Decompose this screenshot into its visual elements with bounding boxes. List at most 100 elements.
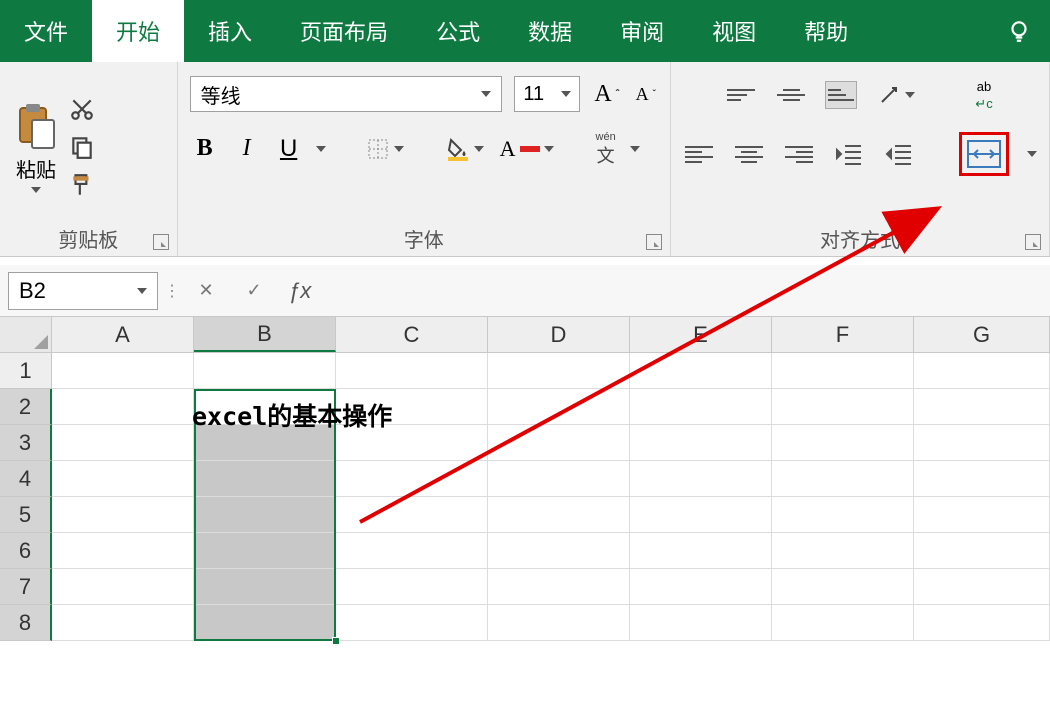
cancel-edit-icon[interactable]: ✕: [186, 274, 226, 308]
cell[interactable]: [914, 389, 1050, 425]
row-header[interactable]: 5: [0, 497, 52, 533]
clipboard-launcher-icon[interactable]: [153, 234, 169, 250]
underline-button[interactable]: U: [274, 133, 304, 165]
cell[interactable]: [914, 497, 1050, 533]
row-header[interactable]: 4: [0, 461, 52, 497]
cell[interactable]: [336, 497, 488, 533]
cell[interactable]: [52, 497, 194, 533]
column-header[interactable]: B: [194, 317, 336, 352]
cell[interactable]: [52, 569, 194, 605]
cell[interactable]: [630, 497, 772, 533]
paste-button[interactable]: 粘贴: [12, 102, 60, 193]
align-center-button[interactable]: [733, 140, 765, 168]
align-bottom-button[interactable]: [825, 81, 857, 109]
cell[interactable]: [630, 533, 772, 569]
name-box[interactable]: B2: [8, 272, 158, 310]
fill-color-button[interactable]: [444, 135, 486, 163]
tab-help[interactable]: 帮助: [780, 0, 872, 62]
formula-input[interactable]: [325, 274, 1042, 308]
underline-dropdown-icon[interactable]: [316, 146, 326, 152]
align-left-button[interactable]: [683, 140, 715, 168]
tab-home[interactable]: 开始: [92, 0, 184, 62]
cell[interactable]: [194, 497, 336, 533]
cell[interactable]: [488, 533, 630, 569]
row-header[interactable]: 6: [0, 533, 52, 569]
cell[interactable]: [914, 569, 1050, 605]
cell[interactable]: [52, 605, 194, 641]
confirm-edit-icon[interactable]: ✓: [234, 274, 274, 308]
tab-review[interactable]: 审阅: [596, 0, 688, 62]
cell[interactable]: [772, 353, 914, 389]
font-launcher-icon[interactable]: [646, 234, 662, 250]
row-header[interactable]: 2: [0, 389, 52, 425]
column-header[interactable]: G: [914, 317, 1050, 352]
tab-file[interactable]: 文件: [0, 0, 92, 62]
cell[interactable]: [630, 461, 772, 497]
cell[interactable]: [630, 569, 772, 605]
decrease-font-button[interactable]: Aˇ: [634, 82, 658, 107]
cell[interactable]: [194, 461, 336, 497]
cell[interactable]: [488, 605, 630, 641]
cell[interactable]: [772, 605, 914, 641]
cell[interactable]: [194, 533, 336, 569]
cell[interactable]: [488, 569, 630, 605]
cell[interactable]: [630, 389, 772, 425]
cell[interactable]: [630, 605, 772, 641]
font-name-select[interactable]: 等线: [190, 76, 503, 112]
cell[interactable]: [336, 569, 488, 605]
font-color-button[interactable]: A: [498, 134, 556, 164]
column-header[interactable]: C: [336, 317, 488, 352]
cell[interactable]: [194, 569, 336, 605]
cell[interactable]: [52, 533, 194, 569]
cell[interactable]: [52, 353, 194, 389]
tell-me-icon[interactable]: [988, 0, 1050, 62]
column-header[interactable]: F: [772, 317, 914, 352]
cell[interactable]: [914, 605, 1050, 641]
cell[interactable]: [630, 425, 772, 461]
fill-handle[interactable]: [332, 637, 340, 645]
cell[interactable]: [914, 353, 1050, 389]
cell[interactable]: [630, 353, 772, 389]
tab-data[interactable]: 数据: [504, 0, 596, 62]
cell[interactable]: [488, 425, 630, 461]
cell[interactable]: [488, 497, 630, 533]
alignment-launcher-icon[interactable]: [1025, 234, 1041, 250]
cell[interactable]: [772, 533, 914, 569]
cell[interactable]: [194, 353, 336, 389]
bold-button[interactable]: B: [190, 133, 220, 165]
cell[interactable]: [336, 605, 488, 641]
italic-button[interactable]: I: [232, 133, 262, 165]
copy-icon[interactable]: [68, 133, 96, 161]
wrap-text-button[interactable]: ab ↵c: [973, 78, 994, 112]
row-header[interactable]: 8: [0, 605, 52, 641]
merge-dropdown-icon[interactable]: [1027, 151, 1037, 157]
format-painter-icon[interactable]: [68, 171, 96, 199]
cell[interactable]: [772, 425, 914, 461]
cell[interactable]: [336, 353, 488, 389]
orientation-button[interactable]: [875, 81, 917, 109]
cell[interactable]: [488, 389, 630, 425]
column-header[interactable]: E: [630, 317, 772, 352]
chevron-down-icon[interactable]: [630, 146, 640, 152]
tab-insert[interactable]: 插入: [184, 0, 276, 62]
merge-center-button[interactable]: [966, 139, 1002, 169]
align-right-button[interactable]: [783, 140, 815, 168]
cell[interactable]: [772, 461, 914, 497]
cell[interactable]: [914, 533, 1050, 569]
row-header[interactable]: 3: [0, 425, 52, 461]
tab-view[interactable]: 视图: [688, 0, 780, 62]
cell[interactable]: [52, 461, 194, 497]
cell[interactable]: [772, 569, 914, 605]
increase-indent-button[interactable]: [883, 140, 915, 168]
cell[interactable]: [772, 497, 914, 533]
borders-button[interactable]: [364, 135, 406, 163]
increase-font-button[interactable]: Aˆ: [592, 79, 621, 110]
cell[interactable]: [52, 425, 194, 461]
cell[interactable]: [336, 533, 488, 569]
font-size-select[interactable]: 11: [514, 76, 580, 112]
tab-layout[interactable]: 页面布局: [276, 0, 412, 62]
row-header[interactable]: 1: [0, 353, 52, 389]
cell[interactable]: [194, 605, 336, 641]
column-header[interactable]: D: [488, 317, 630, 352]
decrease-indent-button[interactable]: [833, 140, 865, 168]
